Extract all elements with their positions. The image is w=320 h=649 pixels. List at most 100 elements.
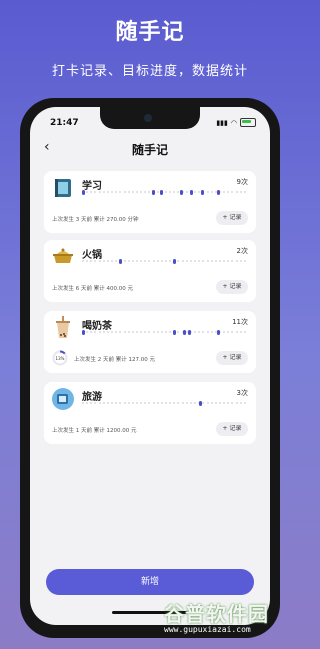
track-dot <box>140 260 143 262</box>
track-dot <box>127 331 130 333</box>
record-mark <box>189 190 193 195</box>
promo-subtitle: 打卡记录、目标进度，数据统计 <box>51 64 248 79</box>
track-dot <box>177 260 180 262</box>
track-dot <box>115 260 118 262</box>
card-meta: 上次发生 2 天前 累计 127.00 元 <box>74 357 155 363</box>
record-mark <box>179 190 183 195</box>
record-mark <box>119 259 123 264</box>
record-mark <box>152 190 156 195</box>
track-dot <box>243 260 246 262</box>
track-dot <box>227 331 230 333</box>
milk-tea-icon <box>50 315 76 341</box>
hotpot-icon <box>50 244 76 270</box>
record-mark <box>217 190 221 195</box>
track-dot <box>169 260 172 262</box>
track-dot <box>140 331 143 333</box>
track-dot <box>227 402 230 404</box>
track-dot <box>119 402 122 404</box>
add-record-button[interactable]: + 记录 <box>216 211 248 225</box>
track-dot <box>239 191 242 193</box>
track-dot <box>144 331 147 333</box>
card-meta: 上次发生 1 天前 累计 1200.00 元 <box>52 428 137 434</box>
track-dot <box>169 191 172 193</box>
activity-track <box>82 401 248 406</box>
track-dot <box>214 402 217 404</box>
habit-card[interactable]: 火锅 2次 上次发生 6 天前 累计 400.00 元 + 记录 <box>44 240 256 302</box>
habit-card[interactable]: 旅游 3次 上次发生 1 天前 累计 1200.00 元 + 记录 <box>44 382 256 444</box>
record-mark <box>173 330 177 335</box>
card-count: 9次 <box>236 178 248 186</box>
track-dot <box>98 331 101 333</box>
track-dot <box>210 402 213 404</box>
new-item-button[interactable]: 新增 <box>46 569 254 595</box>
track-dot <box>198 331 201 333</box>
track-dot <box>210 191 213 193</box>
card-count: 2次 <box>236 247 248 255</box>
track-dot <box>202 402 205 404</box>
activity-track <box>82 259 248 264</box>
track-dot <box>106 191 109 193</box>
track-dot <box>90 260 93 262</box>
track-dot <box>223 402 226 404</box>
track-dot <box>115 191 118 193</box>
track-dot <box>156 402 159 404</box>
track-dot <box>231 402 234 404</box>
travel-icon <box>50 386 76 412</box>
card-meta: 上次发生 3 天前 累计 270.00 分钟 <box>52 217 139 223</box>
track-dot <box>115 402 118 404</box>
record-mark <box>82 190 85 195</box>
track-dot <box>165 402 167 404</box>
card-meta: 上次发生 6 天前 累计 400.00 元 <box>52 286 133 292</box>
status-time: 21:47 <box>50 118 79 128</box>
track-dot <box>223 260 226 262</box>
track-dot <box>227 260 230 262</box>
book-icon <box>50 175 76 201</box>
watermark: 谷普软件园 www.gupuxiazai.com <box>164 598 269 634</box>
track-dot <box>102 191 105 193</box>
track-dot <box>94 260 97 262</box>
progress-label: 13% <box>56 356 65 361</box>
watermark-logo: 谷普软件园 <box>164 602 269 626</box>
track-dot <box>131 402 134 404</box>
add-record-button[interactable]: + 记录 <box>216 351 248 365</box>
record-mark <box>199 401 203 406</box>
track-dot <box>185 402 188 404</box>
track-dot <box>206 402 209 404</box>
wifi-icon: ◠ <box>230 118 237 127</box>
track-dot <box>243 331 246 333</box>
track-dot <box>206 260 209 262</box>
track-dot <box>239 331 242 333</box>
track-dot <box>169 402 172 404</box>
page-title: 随手记 <box>131 143 168 157</box>
track-dot <box>243 402 246 404</box>
track-dot <box>148 402 151 404</box>
track-dot <box>140 402 143 404</box>
track-dot <box>210 260 213 262</box>
track-dot <box>119 331 122 333</box>
track-dot <box>194 191 197 193</box>
track-dot <box>160 260 163 262</box>
track-dot <box>123 260 126 262</box>
track-dot <box>156 191 159 193</box>
habit-card[interactable]: 喝奶茶 11次 13% 上次发生 2 天前 累计 127.00 元 + 记录 <box>44 311 256 373</box>
track-dot <box>135 260 138 262</box>
track-dot <box>148 331 151 333</box>
nav-bar: ‹ 随手记 <box>30 137 270 161</box>
record-mark <box>183 330 187 335</box>
track-dot <box>235 331 238 333</box>
track-dot <box>115 331 118 333</box>
track-dot <box>127 260 130 262</box>
add-record-button[interactable]: + 记录 <box>216 280 248 294</box>
track-dot <box>214 260 217 262</box>
track-dot <box>181 260 184 262</box>
track-dot <box>202 331 205 333</box>
record-mark <box>187 330 191 335</box>
activity-track <box>82 330 248 335</box>
add-record-button[interactable]: + 记录 <box>216 422 248 436</box>
track-dot <box>239 260 242 262</box>
track-dot <box>227 191 230 193</box>
habit-card[interactable]: 学习 9次 上次发生 3 天前 累计 270.00 分钟 + 记录 <box>44 171 256 233</box>
record-mark <box>173 259 177 264</box>
track-dot <box>243 191 246 193</box>
track-dot <box>102 260 105 262</box>
